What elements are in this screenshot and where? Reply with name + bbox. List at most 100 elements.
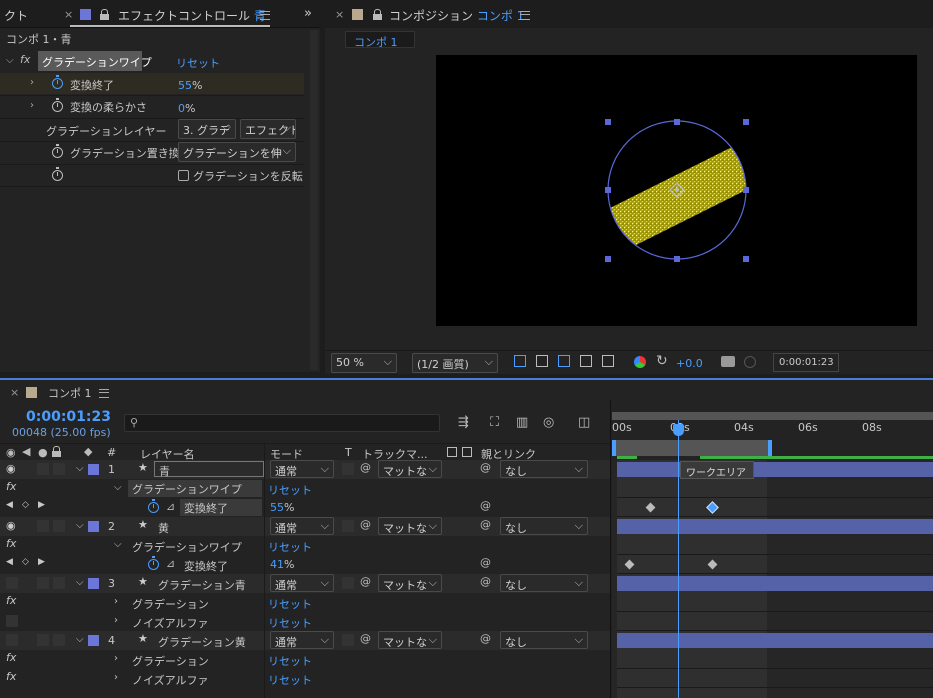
expression-pick-whip-icon[interactable]: @ xyxy=(480,556,491,569)
composition-mini-flowchart-icon[interactable]: ⇶ xyxy=(458,415,469,430)
lock-toggle[interactable] xyxy=(53,463,65,475)
parent-dropdown[interactable]: なし xyxy=(500,631,588,649)
prop-softness-value[interactable]: 0% xyxy=(178,102,195,115)
close-icon[interactable]: × xyxy=(10,386,19,399)
audio-icon[interactable]: ◀ xyxy=(22,445,30,458)
label-color-icon[interactable] xyxy=(88,578,99,589)
effect-name[interactable]: ノイズアルファ xyxy=(132,672,209,688)
spiral-icon[interactable]: @ xyxy=(360,632,371,645)
collapse-chevron-icon[interactable]: ⌵ xyxy=(114,539,122,550)
effect-reset-link[interactable]: リセット xyxy=(176,55,220,71)
layer-duration-bar[interactable] xyxy=(617,519,933,534)
next-keyframe-icon[interactable]: ▶ xyxy=(38,500,45,510)
layer-row-1[interactable]: ◉ ⌵ 1 ★ 青 通常 @ マットな @ なし xyxy=(0,460,610,479)
add-keyframe-icon[interactable]: ◇ xyxy=(22,557,29,567)
expand-chevron-icon[interactable]: › xyxy=(114,596,118,607)
blend-mode-dropdown[interactable]: 通常 xyxy=(270,574,334,592)
graph-icon[interactable]: ⊿ xyxy=(166,500,175,513)
effect-name[interactable]: グラデーションワイプ xyxy=(38,51,152,71)
collapse-chevron-icon[interactable]: ⌵ xyxy=(76,463,84,474)
solo-toggle[interactable] xyxy=(37,463,49,475)
track-matte-dropdown[interactable]: マットな xyxy=(378,631,442,649)
fx-icon[interactable]: fx xyxy=(6,537,16,550)
mask-path-icon[interactable] xyxy=(558,355,570,367)
effect-reset-link[interactable]: リセット xyxy=(268,482,312,498)
visibility-toggle[interactable] xyxy=(6,577,18,589)
transform-handle[interactable] xyxy=(743,256,749,262)
show-snapshot-icon[interactable] xyxy=(744,356,756,368)
eye-icon[interactable]: ◉ xyxy=(6,446,16,459)
resolution-dropdown[interactable]: (1/2 画質) xyxy=(412,353,498,373)
collapse-chevron-icon[interactable]: ⌵ xyxy=(6,55,14,66)
prop-transition-completion-value[interactable]: 55% xyxy=(178,79,202,92)
gradient-placement-dropdown[interactable]: グラデーションを伸 xyxy=(178,142,296,162)
expression-pick-whip-icon[interactable]: @ xyxy=(480,499,491,512)
layer-duration-bar[interactable] xyxy=(617,576,933,591)
collapse-chevron-icon[interactable]: ⌵ xyxy=(76,520,84,531)
label-color-icon[interactable] xyxy=(88,521,99,532)
graph-editor-icon[interactable]: ◫ xyxy=(578,415,590,430)
panel-menu-icon[interactable] xyxy=(260,11,270,20)
safe-zones-icon[interactable] xyxy=(580,355,592,367)
effect-row[interactable]: fx › グラデーション リセット xyxy=(0,593,610,612)
effect-name[interactable]: グラデーションワイプ xyxy=(128,480,262,497)
fx-icon[interactable]: fx xyxy=(6,670,16,683)
current-time[interactable]: 0:00:01:23 xyxy=(26,409,111,425)
zoom-dropdown[interactable]: 50 % xyxy=(331,353,397,373)
effect-toggle[interactable] xyxy=(6,615,18,627)
label-color-icon[interactable] xyxy=(88,635,99,646)
effect-row[interactable]: fx › ノイズアルファ リセット xyxy=(0,669,610,688)
effect-row[interactable]: fx ⌵ グラデーションワイプ リセット xyxy=(0,479,610,498)
graph-icon[interactable]: ⊿ xyxy=(166,557,175,570)
transform-handle[interactable] xyxy=(605,187,611,193)
layer-name[interactable]: 青 xyxy=(154,461,264,478)
layer-row-4[interactable]: ⌵ 4 ★ グラデーション黄 通常 @ マットな @ なし xyxy=(0,631,610,650)
label-icon[interactable]: ◆ xyxy=(84,445,92,458)
hide-shy-layers-icon[interactable]: ▥ xyxy=(516,415,528,430)
layer-duration-bar[interactable] xyxy=(617,462,933,477)
composition-artwork[interactable] xyxy=(436,55,917,326)
fx-icon[interactable]: fx xyxy=(6,480,16,493)
effect-name[interactable]: グラデーション xyxy=(132,596,209,612)
grid-icon[interactable] xyxy=(602,355,614,367)
layer-name[interactable]: グラデーション黄 xyxy=(158,634,246,650)
pick-whip-icon[interactable]: @ xyxy=(480,461,491,474)
effect-reset-link[interactable]: リセット xyxy=(268,596,312,612)
matte-toggle-icon[interactable] xyxy=(447,447,457,457)
frame-blending-icon[interactable]: ◎ xyxy=(543,415,554,430)
viewer-timecode[interactable]: 0:00:01:23 xyxy=(773,353,839,372)
effect-reset-link[interactable]: リセット xyxy=(268,672,312,688)
transform-handle[interactable] xyxy=(743,187,749,193)
zoom-navigator[interactable] xyxy=(612,412,933,420)
label-color-icon[interactable] xyxy=(88,464,99,475)
prev-keyframe-icon[interactable]: ◀ xyxy=(6,500,13,510)
expand-chevron-icon[interactable]: › xyxy=(114,672,118,683)
matte-invert-icon[interactable] xyxy=(462,447,472,457)
transform-handle[interactable] xyxy=(674,119,680,125)
solo-toggle[interactable] xyxy=(37,520,49,532)
viewer-comp-tab[interactable]: コンポ 1 xyxy=(345,31,415,49)
pick-whip-icon[interactable]: @ xyxy=(480,632,491,645)
effect-name[interactable]: グラデーションワイプ xyxy=(132,539,242,555)
exposure-value[interactable]: +0.0 xyxy=(676,357,703,370)
add-keyframe-icon[interactable]: ◇ xyxy=(22,500,29,510)
transform-handle[interactable] xyxy=(605,256,611,262)
blend-mode-dropdown[interactable]: 通常 xyxy=(270,631,334,649)
stopwatch-icon[interactable] xyxy=(148,556,159,570)
parent-dropdown[interactable]: なし xyxy=(500,574,588,592)
layer-row-3[interactable]: ⌵ 3 ★ グラデーション青 通常 @ マットな @ なし xyxy=(0,574,610,593)
effect-reset-link[interactable]: リセット xyxy=(268,615,312,631)
exposure-reset-icon[interactable]: ↻ xyxy=(656,353,668,369)
eye-icon[interactable]: ◉ xyxy=(6,519,16,532)
stopwatch-icon[interactable] xyxy=(52,144,63,158)
parent-dropdown[interactable]: なし xyxy=(500,517,588,535)
effect-name[interactable]: ノイズアルファ xyxy=(132,615,209,631)
work-area-bar[interactable] xyxy=(612,440,772,456)
lock-toggle[interactable] xyxy=(53,577,65,589)
solo-icon[interactable]: ● xyxy=(38,446,48,459)
visibility-toggle[interactable] xyxy=(6,634,18,646)
lock-toggle[interactable] xyxy=(53,634,65,646)
layer-search-input[interactable]: ⚲ xyxy=(124,414,440,432)
track-matte-dropdown[interactable]: マットな xyxy=(378,517,442,535)
fx-icon[interactable]: fx xyxy=(20,53,30,66)
